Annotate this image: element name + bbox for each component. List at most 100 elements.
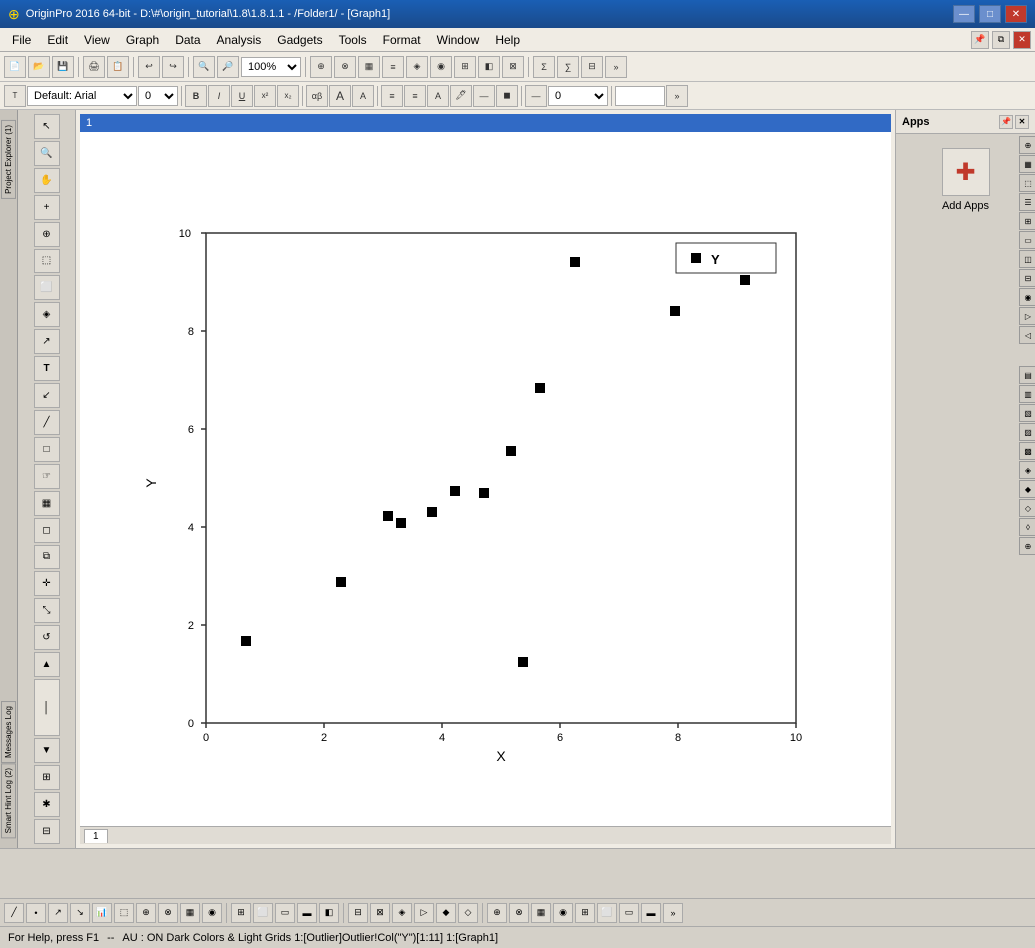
bt-btn23[interactable]: ⊗ xyxy=(509,903,529,923)
scroll-down[interactable]: ▼ xyxy=(34,738,60,763)
scale-tool[interactable]: ⤡ xyxy=(34,598,60,623)
tb-btn14[interactable]: Σ xyxy=(533,56,555,78)
more-format[interactable]: » xyxy=(666,85,688,107)
draw-pointer[interactable]: ↙ xyxy=(34,383,60,408)
smart-hint-tab[interactable]: Smart Hint Log (2) xyxy=(1,763,16,838)
menu-graph[interactable]: Graph xyxy=(118,31,167,49)
maximize-button[interactable]: □ xyxy=(979,5,1001,23)
font-size-select[interactable]: 0 81012 xyxy=(138,86,178,106)
superscript-btn[interactable]: x² xyxy=(254,85,276,107)
font-select[interactable]: Default: Arial xyxy=(27,86,137,106)
tb-btn7[interactable]: ▦ xyxy=(358,56,380,78)
messages-log-tab[interactable]: Messages Log xyxy=(1,701,16,763)
strip-btn-7[interactable]: ◫ xyxy=(1019,250,1035,268)
print-btn[interactable]: 🖨 xyxy=(83,56,105,78)
rotate-tool[interactable]: ↺ xyxy=(34,625,60,650)
tb-btn11[interactable]: ⊞ xyxy=(454,56,476,78)
bt-btn14[interactable]: ▬ xyxy=(297,903,317,923)
menu-format[interactable]: Format xyxy=(375,31,429,49)
tb-btn15[interactable]: ∑ xyxy=(557,56,579,78)
line-color[interactable]: — xyxy=(473,85,495,107)
zoom-select[interactable]: 100% 75% 150% xyxy=(241,57,301,77)
zoom-in-btn[interactable]: 🔍 xyxy=(193,56,215,78)
tb-btn6[interactable]: ⊗ xyxy=(334,56,356,78)
more-tools[interactable]: » xyxy=(605,56,627,78)
strip-btn-13[interactable]: ▥ xyxy=(1019,385,1035,403)
tool-b[interactable]: ✱ xyxy=(34,792,60,817)
rect-tool[interactable]: □ xyxy=(34,437,60,462)
add-apps-button[interactable]: ✚ Add Apps xyxy=(926,142,1006,218)
tool-c[interactable]: ⊟ xyxy=(34,819,60,844)
bt-btn12[interactable]: ⬜ xyxy=(253,903,273,923)
text-color[interactable]: A xyxy=(427,85,449,107)
pin-button[interactable]: 📌 xyxy=(971,31,989,49)
tb-btn10[interactable]: ◉ xyxy=(430,56,452,78)
bt-btn7[interactable]: ⊕ xyxy=(136,903,156,923)
strip-btn-1[interactable]: ⊕ xyxy=(1019,136,1035,154)
bt-btn29[interactable]: ▬ xyxy=(641,903,661,923)
strip-btn-10[interactable]: ▷ xyxy=(1019,307,1035,325)
move-tool[interactable]: ✛ xyxy=(34,571,60,596)
region-tool[interactable]: ⬜ xyxy=(34,275,60,300)
bold-btn[interactable]: B xyxy=(185,85,207,107)
strip-btn-6[interactable]: ▭ xyxy=(1019,231,1035,249)
redo-btn[interactable]: ↪ xyxy=(162,56,184,78)
strip-btn-8[interactable]: ⊟ xyxy=(1019,269,1035,287)
line-style[interactable]: — xyxy=(525,85,547,107)
bt-btn2[interactable]: • xyxy=(26,903,46,923)
bt-btn10[interactable]: ◉ xyxy=(202,903,222,923)
menu-file[interactable]: File xyxy=(4,31,39,49)
bt-btn22[interactable]: ⊕ xyxy=(487,903,507,923)
open-btn[interactable]: 📂 xyxy=(28,56,50,78)
strip-btn-16[interactable]: ▩ xyxy=(1019,442,1035,460)
bt-btn27[interactable]: ⬜ xyxy=(597,903,617,923)
scroll-up[interactable]: ▲ xyxy=(34,652,60,677)
more-bt[interactable]: » xyxy=(663,903,683,923)
crosshair-tool[interactable]: + xyxy=(34,195,60,220)
align-center[interactable]: ≡ xyxy=(404,85,426,107)
graph-tool[interactable]: ◻ xyxy=(34,518,60,543)
bt-btn28[interactable]: ▭ xyxy=(619,903,639,923)
tb-btn9[interactable]: ◈ xyxy=(406,56,428,78)
strip-btn-9[interactable]: ◉ xyxy=(1019,288,1035,306)
close-button[interactable]: ✕ xyxy=(1005,5,1027,23)
tb-btn16[interactable]: ⊟ xyxy=(581,56,603,78)
select-tool[interactable]: ⬚ xyxy=(34,249,60,274)
apps-close[interactable]: ✕ xyxy=(1015,115,1029,129)
hand-tool[interactable]: ☞ xyxy=(34,464,60,489)
bt-btn9[interactable]: ▦ xyxy=(180,903,200,923)
menu-edit[interactable]: Edit xyxy=(39,31,76,49)
greek-btn[interactable]: αβ xyxy=(306,85,328,107)
tool-a[interactable]: ⊞ xyxy=(34,765,60,790)
bt-btn18[interactable]: ◈ xyxy=(392,903,412,923)
undo-btn[interactable]: ↩ xyxy=(138,56,160,78)
menu-analysis[interactable]: Analysis xyxy=(209,31,270,49)
pointer-tool[interactable]: ↖ xyxy=(34,114,60,139)
arrow-tool[interactable]: ↗ xyxy=(34,329,60,354)
strip-btn-21[interactable]: ⊕ xyxy=(1019,537,1035,555)
tb-btn8[interactable]: ≡ xyxy=(382,56,404,78)
pan-tool[interactable]: ✋ xyxy=(34,168,60,193)
bt-btn16[interactable]: ⊟ xyxy=(348,903,368,923)
menu-help[interactable]: Help xyxy=(487,31,528,49)
apps-pin[interactable]: 📌 xyxy=(999,115,1013,129)
tb-btn12[interactable]: ◧ xyxy=(478,56,500,78)
fontsize-up[interactable]: A xyxy=(329,85,351,107)
bt-btn11[interactable]: ⊞ xyxy=(231,903,251,923)
tb-btn13[interactable]: ⊠ xyxy=(502,56,524,78)
bt-btn6[interactable]: ⬚ xyxy=(114,903,134,923)
strip-btn-3[interactable]: ⬚ xyxy=(1019,174,1035,192)
strip-btn-17[interactable]: ◈ xyxy=(1019,461,1035,479)
strip-btn-20[interactable]: ◊ xyxy=(1019,518,1035,536)
zoom-out-btn[interactable]: 🔎 xyxy=(217,56,239,78)
bt-btn5[interactable]: 📊 xyxy=(92,903,112,923)
bt-btn20[interactable]: ◆ xyxy=(436,903,456,923)
bt-btn15[interactable]: ◧ xyxy=(319,903,339,923)
format-btn1[interactable]: T xyxy=(4,85,26,107)
window-controls[interactable]: — □ ✕ xyxy=(953,5,1027,23)
strip-btn-2[interactable]: ▦ xyxy=(1019,155,1035,173)
align-left[interactable]: ≡ xyxy=(381,85,403,107)
bt-btn1[interactable]: ╱ xyxy=(4,903,24,923)
underline-btn[interactable]: U xyxy=(231,85,253,107)
graph-tab-1[interactable]: 1 xyxy=(84,829,108,843)
